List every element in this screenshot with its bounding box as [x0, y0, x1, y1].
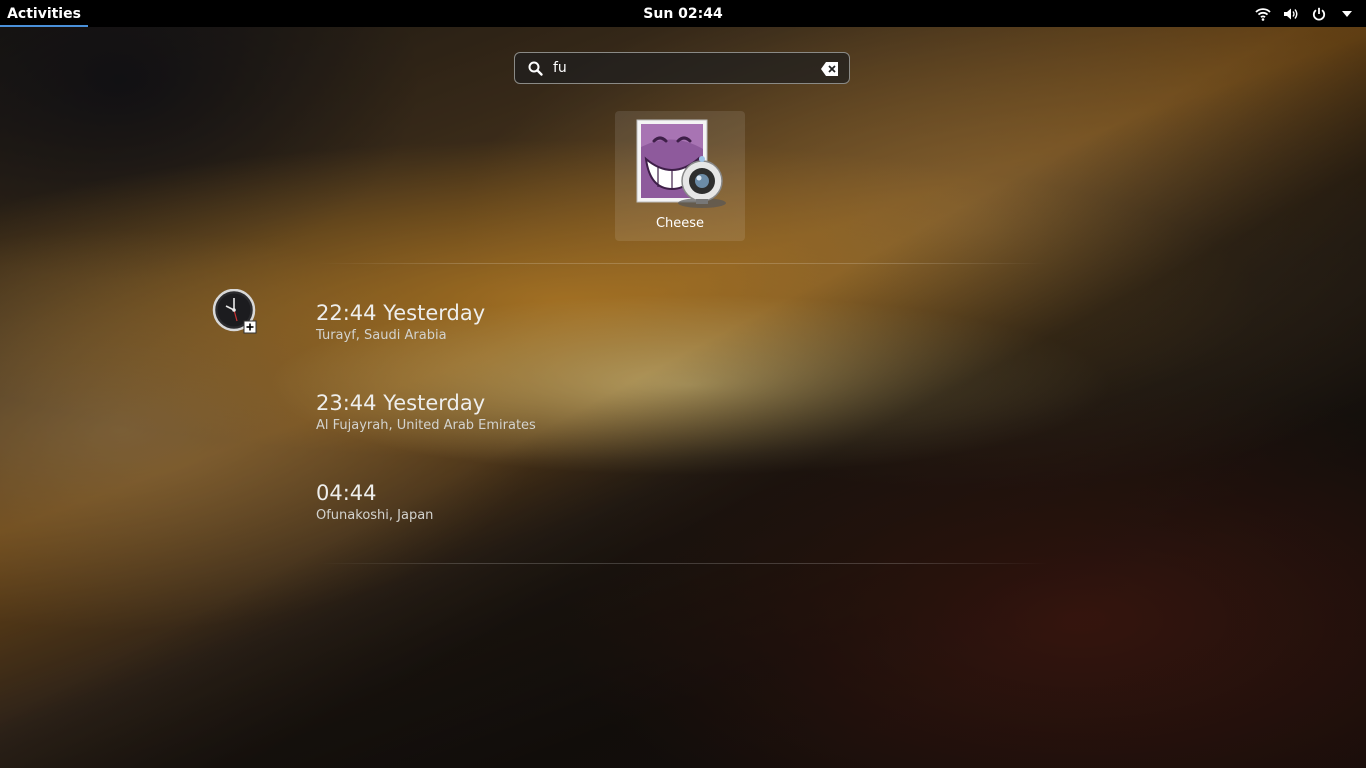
result-time: 22:44 Yesterday: [316, 301, 486, 325]
search-box[interactable]: [514, 52, 850, 84]
app-label: Cheese: [655, 216, 705, 231]
menu-arrow-icon[interactable]: [1338, 5, 1356, 23]
activities-label: Activities: [7, 5, 81, 22]
clock-result-item[interactable]: 23:44 Yesterday Al Fujayrah, United Arab…: [316, 391, 536, 433]
clocks-provider-icon[interactable]: [212, 288, 258, 335]
result-time: 23:44 Yesterday: [316, 391, 486, 415]
result-place: Turayf, Saudi Arabia: [316, 328, 447, 343]
top-bar: Activities Sun 02:44: [0, 0, 1366, 27]
search-input[interactable]: [553, 57, 813, 79]
result-place: Ofunakoshi, Japan: [316, 508, 434, 523]
activities-button[interactable]: Activities: [0, 0, 88, 27]
wifi-icon[interactable]: [1254, 5, 1272, 23]
power-icon[interactable]: [1310, 5, 1328, 23]
clock-result-item[interactable]: 04:44 Ofunakoshi, Japan: [316, 481, 433, 523]
clock-area: Sun 02:44: [0, 0, 1366, 27]
result-place: Al Fujayrah, United Arab Emirates: [316, 418, 536, 433]
result-time: 04:44: [316, 481, 377, 505]
results-separator: [318, 563, 1048, 564]
app-result-cheese[interactable]: Cheese: [615, 111, 745, 241]
clock-button[interactable]: Sun 02:44: [635, 6, 730, 22]
volume-icon[interactable]: [1282, 5, 1300, 23]
clear-search-icon[interactable]: [821, 61, 839, 77]
system-status-area[interactable]: [1254, 0, 1356, 27]
cheese-webcam-icon: [636, 119, 730, 211]
clock-result-item[interactable]: 22:44 Yesterday Turayf, Saudi Arabia: [316, 301, 485, 343]
results-separator: [318, 263, 1048, 264]
activities-indicator: [0, 25, 88, 27]
search-icon: [527, 60, 545, 78]
